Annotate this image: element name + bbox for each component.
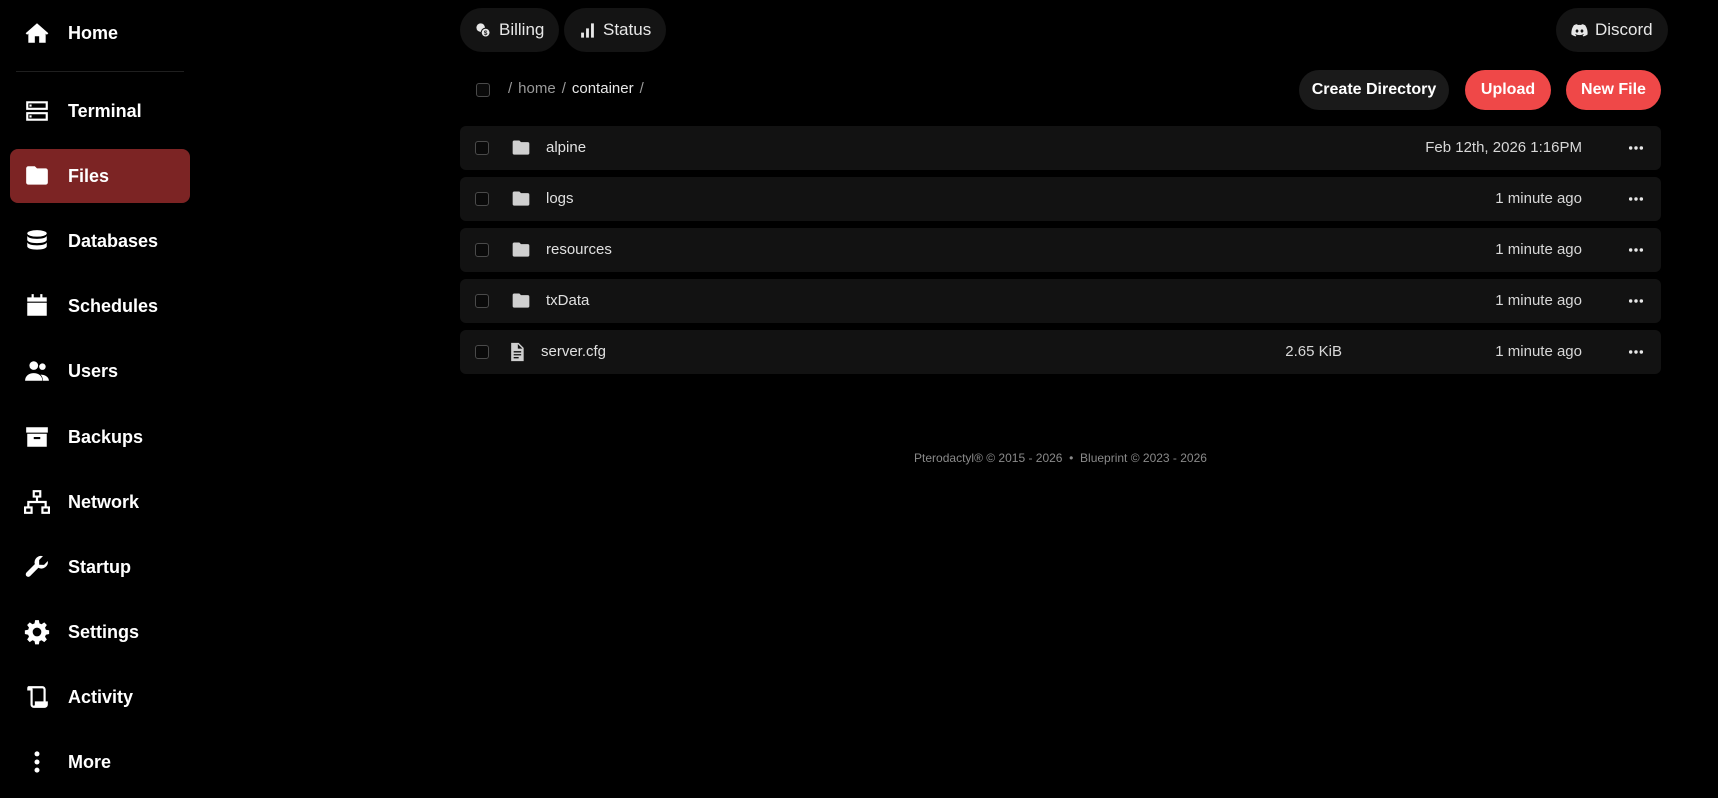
row-checkbox[interactable] — [475, 141, 489, 155]
file-modified: Feb 12th, 2026 1:16PM — [1425, 139, 1582, 156]
row-checkbox[interactable] — [475, 345, 489, 359]
svg-text:$: $ — [484, 30, 488, 37]
sidebar-item-label: Network — [68, 491, 140, 512]
row-menu-button[interactable] — [1625, 138, 1647, 158]
sidebar-divider — [16, 71, 184, 72]
breadcrumb: / home / container / — [508, 80, 644, 97]
sidebar-item-network[interactable]: Network — [10, 475, 190, 529]
row-menu-button[interactable] — [1625, 291, 1647, 311]
create-directory-button[interactable]: Create Directory — [1299, 70, 1449, 110]
file-name: server.cfg — [541, 343, 607, 360]
network-icon — [24, 489, 50, 515]
discord-icon — [1571, 23, 1588, 37]
sidebar-item-label: Startup — [68, 556, 131, 577]
folder-icon — [511, 291, 531, 311]
sidebar: Home Terminal Files Databases Schedules … — [0, 0, 200, 798]
billing-label: Billing — [499, 20, 545, 39]
file-modified: 1 minute ago — [1495, 190, 1582, 207]
sidebar-item-label: Backups — [68, 426, 144, 447]
sidebar-item-users[interactable]: Users — [10, 344, 190, 398]
sidebar-item-label: More — [68, 751, 112, 772]
more-vertical-icon — [24, 749, 50, 775]
breadcrumb-separator: / — [561, 80, 566, 97]
file-name: txData — [546, 292, 590, 309]
sidebar-item-home[interactable]: Home — [10, 6, 190, 60]
database-icon — [24, 228, 50, 254]
row-checkbox[interactable] — [475, 243, 489, 257]
sidebar-item-label: Activity — [68, 686, 134, 707]
sidebar-item-more[interactable]: More — [10, 735, 190, 789]
terminal-icon — [24, 98, 50, 124]
sidebar-item-label: Databases — [68, 230, 159, 251]
row-menu-button[interactable] — [1625, 342, 1647, 362]
file-row-alpine[interactable]: alpine Feb 12th, 2026 1:16PM — [460, 126, 1661, 170]
calendar-icon — [24, 293, 50, 319]
folder-icon — [511, 240, 531, 260]
discord-button[interactable]: Discord — [1556, 8, 1668, 52]
ellipsis-icon — [1628, 350, 1644, 354]
ellipsis-icon — [1628, 197, 1644, 201]
sidebar-item-label: Schedules — [68, 295, 159, 316]
file-modified: 1 minute ago — [1495, 343, 1582, 360]
new-file-button[interactable]: New File — [1566, 70, 1661, 110]
scroll-icon — [24, 684, 50, 710]
breadcrumb-separator: / — [508, 80, 513, 97]
footer-copyright: Pterodactyl® © 2015 - 2026 • Blueprint ©… — [914, 451, 1207, 465]
sidebar-item-databases[interactable]: Databases — [10, 214, 190, 268]
archive-icon — [24, 424, 50, 450]
row-checkbox[interactable] — [475, 294, 489, 308]
breadcrumb-home[interactable]: home — [518, 80, 556, 97]
sidebar-item-startup[interactable]: Startup — [10, 540, 190, 594]
sidebar-item-label: Terminal — [68, 100, 142, 121]
gear-icon — [24, 619, 50, 645]
sidebar-item-files[interactable]: Files — [10, 149, 190, 203]
folder-icon — [24, 163, 50, 189]
wrench-icon — [24, 554, 50, 580]
file-name: alpine — [546, 139, 587, 156]
sidebar-item-activity[interactable]: Activity — [10, 670, 190, 724]
users-icon — [24, 358, 50, 384]
ellipsis-icon — [1628, 299, 1644, 303]
sidebar-item-label: Settings — [68, 621, 140, 642]
ellipsis-icon — [1628, 146, 1644, 150]
file-row-resources[interactable]: resources 1 minute ago — [460, 228, 1661, 272]
file-row-txdata[interactable]: txData 1 minute ago — [460, 279, 1661, 323]
upload-button[interactable]: Upload — [1465, 70, 1551, 110]
sidebar-item-label: Home — [68, 22, 119, 43]
breadcrumb-separator: / — [639, 80, 644, 97]
sidebar-item-backups[interactable]: Backups — [10, 410, 190, 464]
sidebar-item-schedules[interactable]: Schedules — [10, 279, 190, 333]
status-button[interactable]: Status — [564, 8, 667, 52]
sidebar-item-label: Files — [68, 165, 110, 186]
sidebar-item-terminal[interactable]: Terminal — [10, 84, 190, 138]
file-name: resources — [546, 241, 612, 258]
file-modified: 1 minute ago — [1495, 241, 1582, 258]
sidebar-item-label: Users — [68, 360, 119, 381]
status-label: Status — [603, 20, 652, 39]
billing-button[interactable]: $ Billing — [460, 8, 560, 52]
file-row-logs[interactable]: logs 1 minute ago — [460, 177, 1661, 221]
select-all-checkbox[interactable] — [476, 83, 490, 97]
breadcrumb-container: container — [571, 80, 634, 97]
file-size: 2.65 KiB — [1285, 343, 1342, 360]
row-menu-button[interactable] — [1625, 240, 1647, 260]
row-checkbox[interactable] — [475, 192, 489, 206]
row-menu-button[interactable] — [1625, 189, 1647, 209]
sidebar-item-settings[interactable]: Settings — [10, 605, 190, 659]
ellipsis-icon — [1628, 248, 1644, 252]
signal-bars-icon — [581, 22, 594, 38]
folder-icon — [511, 138, 531, 158]
file-modified: 1 minute ago — [1495, 292, 1582, 309]
file-name: logs — [546, 190, 574, 207]
file-row-server-cfg[interactable]: server.cfg 2.65 KiB 1 minute ago — [460, 330, 1661, 374]
discord-label: Discord — [1595, 20, 1653, 39]
coins-icon: $ — [476, 22, 491, 38]
home-icon — [24, 20, 50, 46]
folder-icon — [511, 189, 531, 209]
file-text-icon — [507, 342, 527, 362]
